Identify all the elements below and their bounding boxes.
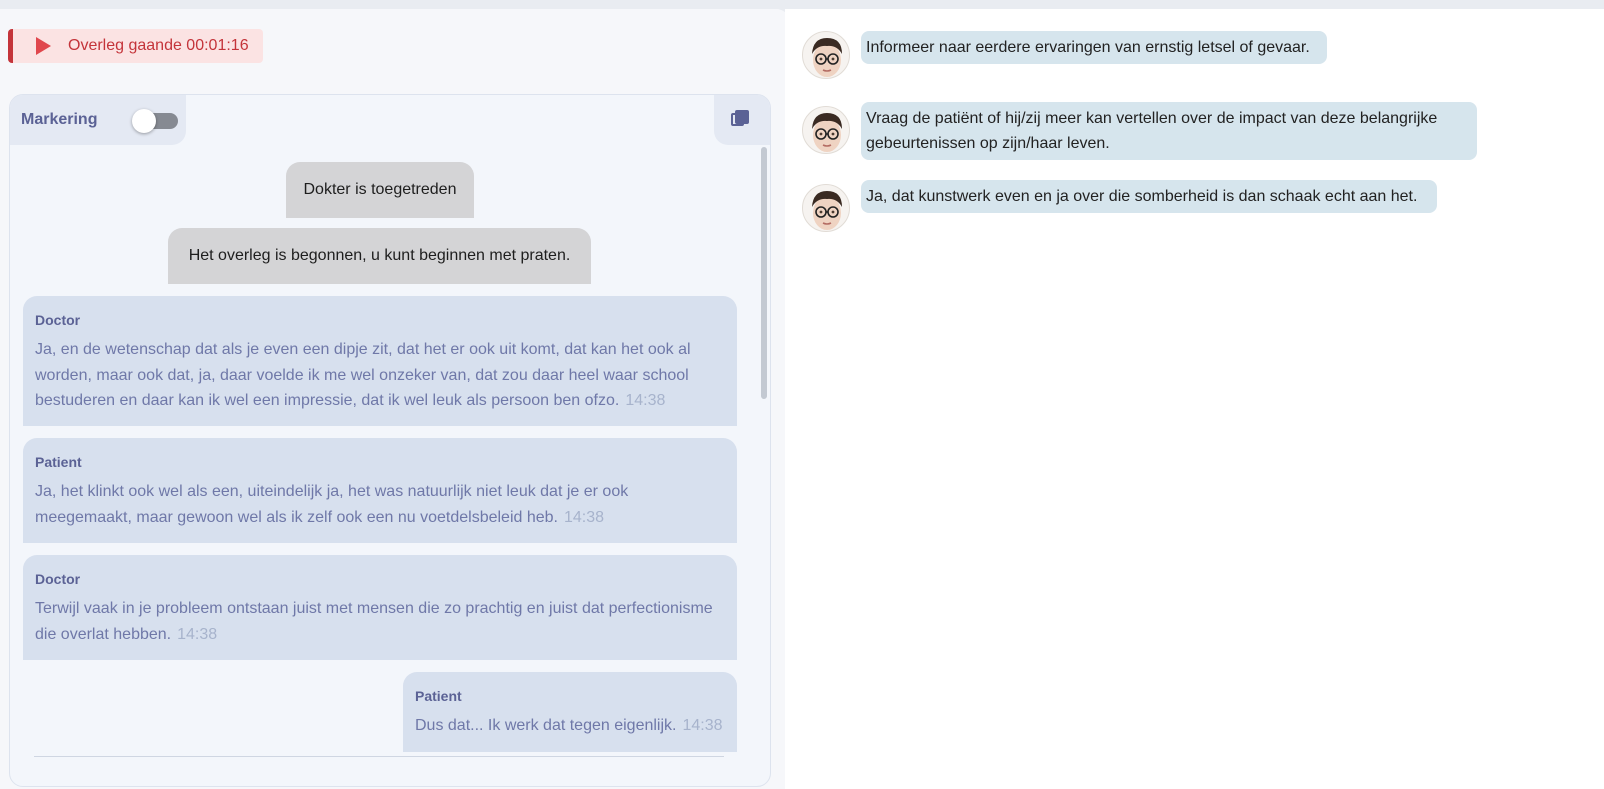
suggestion-text: Ja, dat kunstwerk even en ja over die so… [866,188,1418,205]
system-message-text: Het overleg is begonnen, u kunt beginnen… [188,247,571,264]
suggestion-text: Vraag de patiënt of hij/zij meer kan ver… [866,110,1438,152]
message-text: Ja, het klinkt ook wel als een, uiteinde… [35,483,629,526]
message-body: Dus dat... Ik werk dat tegen eigenlijk. 1… [415,713,725,739]
marker-toggle[interactable] [132,109,178,133]
marker-label: Markering [21,111,98,128]
scrollbar-thumb[interactable] [761,147,767,399]
system-message: Het overleg is begonnen, u kunt beginnen… [168,228,591,284]
message-time: 14:38 [177,625,218,643]
play-icon [36,37,51,55]
recording-status: Overleg gaande 00:01:16 [8,29,263,63]
message-body: Ja, en de wetenschap dat als je even een… [35,337,725,414]
marker-toolbar: Markering [10,95,186,145]
message-sender: Patient [35,454,82,470]
message-time: 14:38 [563,508,605,526]
message-sender: Patient [415,688,462,704]
copy-button[interactable] [714,95,770,145]
suggestion-text: Informeer naar eerdere ervaringen van er… [866,39,1310,56]
message-body: Ja, het klinkt ook wel als een, uiteinde… [35,479,725,530]
suggestion-bubble: Vraag de patiënt of hij/zij meer kan ver… [861,102,1477,160]
status-bar: Overleg gaande 00:01:16 [0,9,790,75]
message-sender: Doctor [35,312,81,328]
chat-message: Doctor Ja, en de wetenschap dat als je e… [23,296,737,426]
toggle-knob [132,109,156,133]
message-time: 14:38 [682,717,723,734]
chat-card: Markering Dokter is toegetreden Het over… [9,94,771,787]
suggestions-panel: Informeer naar eerdere ervaringen van er… [785,9,1604,789]
copy-icon [731,110,751,130]
system-message-text: Dokter is toegetreden [303,181,457,198]
chat-message: Patient Ja, het klinkt ook wel als een, … [23,438,737,543]
recording-status-text: Overleg gaande 00:01:16 [68,37,249,54]
message-body: Terwijl vaak in je probleem ontstaan jui… [35,596,725,647]
avatar-icon [802,31,850,79]
avatar-icon [802,184,850,232]
message-text: Ja, en de wetenschap dat als je even een… [35,341,691,409]
message-time: 14:38 [625,392,666,409]
chat-message: Patient Dus dat... Ik werk dat tegen eig… [403,672,737,752]
suggestion-bubble: Ja, dat kunstwerk even en ja over die so… [861,180,1437,213]
message-text: Dus dat... Ik werk dat tegen eigenlijk. [415,717,677,734]
message-sender: Doctor [35,571,81,587]
avatar-icon [802,106,850,154]
system-message: Dokter is toegetreden [286,162,474,218]
divider [34,756,724,757]
message-text: Terwijl vaak in je probleem ontstaan jui… [35,600,713,643]
chat-message: Doctor Terwijl vaak in je probleem ontst… [23,555,737,660]
conversation-panel: Overleg gaande 00:01:16 Markering Dokter… [0,9,790,789]
suggestion-bubble: Informeer naar eerdere ervaringen van er… [861,31,1327,64]
chat-scrollbar[interactable] [761,147,767,785]
